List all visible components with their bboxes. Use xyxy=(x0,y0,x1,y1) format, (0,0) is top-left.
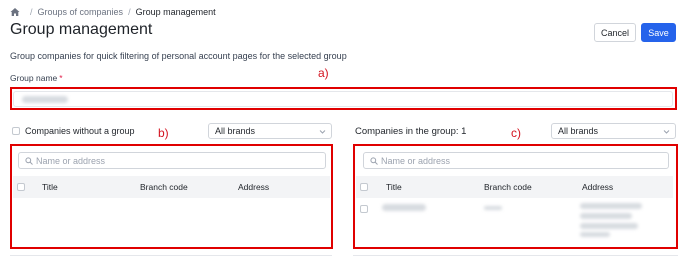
companies-without-group-checkbox[interactable] xyxy=(12,127,20,135)
breadcrumb-separator: / xyxy=(128,7,131,17)
right-table-header: Title Branch code Address xyxy=(356,176,673,198)
row-address-redacted xyxy=(580,203,642,209)
page-title: Group management xyxy=(10,21,153,38)
left-table-header: Title Branch code Address xyxy=(13,176,330,198)
left-select-all-checkbox[interactable] xyxy=(17,183,25,191)
row-checkbox[interactable] xyxy=(360,205,368,213)
right-column-title[interactable]: Title xyxy=(386,182,402,192)
required-mark: * xyxy=(59,73,63,83)
left-column-title[interactable]: Title xyxy=(42,182,58,192)
group-name-label: Group name * xyxy=(10,73,63,83)
right-column-address[interactable]: Address xyxy=(582,182,613,192)
chevron-down-icon xyxy=(663,130,670,134)
right-select-all-checkbox[interactable] xyxy=(360,183,368,191)
home-icon[interactable] xyxy=(10,7,20,17)
search-icon xyxy=(25,156,33,165)
right-search-placeholder: Name or address xyxy=(381,155,451,166)
annotation-a: a) xyxy=(318,66,329,80)
right-column-branch-code[interactable]: Branch code xyxy=(484,182,532,192)
left-brand-select-value: All brands xyxy=(215,126,256,136)
row-address-redacted xyxy=(580,232,610,237)
breadcrumb: / Groups of companies / Group management xyxy=(10,6,216,18)
breadcrumb-link-groups[interactable]: Groups of companies xyxy=(38,7,124,17)
annotation-c: c) xyxy=(511,126,521,140)
left-column-address[interactable]: Address xyxy=(238,182,269,192)
left-brand-select[interactable]: All brands xyxy=(208,123,332,139)
annotation-b: b) xyxy=(158,126,169,140)
breadcrumb-current: Group management xyxy=(135,7,216,17)
left-column-branch-code[interactable]: Branch code xyxy=(140,182,188,192)
right-brand-select-value: All brands xyxy=(558,126,599,136)
row-address-redacted xyxy=(580,213,632,219)
row-title-redacted xyxy=(382,204,426,211)
group-name-label-text: Group name xyxy=(10,73,58,83)
group-name-value-redacted xyxy=(22,96,68,103)
left-search-placeholder: Name or address xyxy=(36,155,106,166)
save-button[interactable]: Save xyxy=(641,23,676,42)
breadcrumb-separator: / xyxy=(30,7,33,17)
table-row[interactable] xyxy=(356,198,673,246)
right-search-input[interactable]: Name or address xyxy=(363,152,669,169)
left-table-bottom-divider xyxy=(10,255,332,256)
companies-without-group-label: Companies without a group xyxy=(25,126,135,136)
right-table-bottom-divider xyxy=(353,255,678,256)
row-address-redacted xyxy=(580,223,638,229)
companies-in-group-heading: Companies in the group: 1 xyxy=(355,126,466,137)
right-brand-select[interactable]: All brands xyxy=(551,123,676,139)
companies-in-group-count: 1 xyxy=(461,126,467,137)
cancel-button[interactable]: Cancel xyxy=(594,23,636,42)
page-subtitle: Group companies for quick filtering of p… xyxy=(10,51,347,61)
row-branch-code-redacted xyxy=(484,206,502,210)
companies-in-group-label: Companies in the group: xyxy=(355,126,459,137)
search-icon xyxy=(370,156,378,165)
group-name-input[interactable] xyxy=(13,91,673,107)
left-search-input[interactable]: Name or address xyxy=(18,152,326,169)
chevron-down-icon xyxy=(319,130,326,134)
